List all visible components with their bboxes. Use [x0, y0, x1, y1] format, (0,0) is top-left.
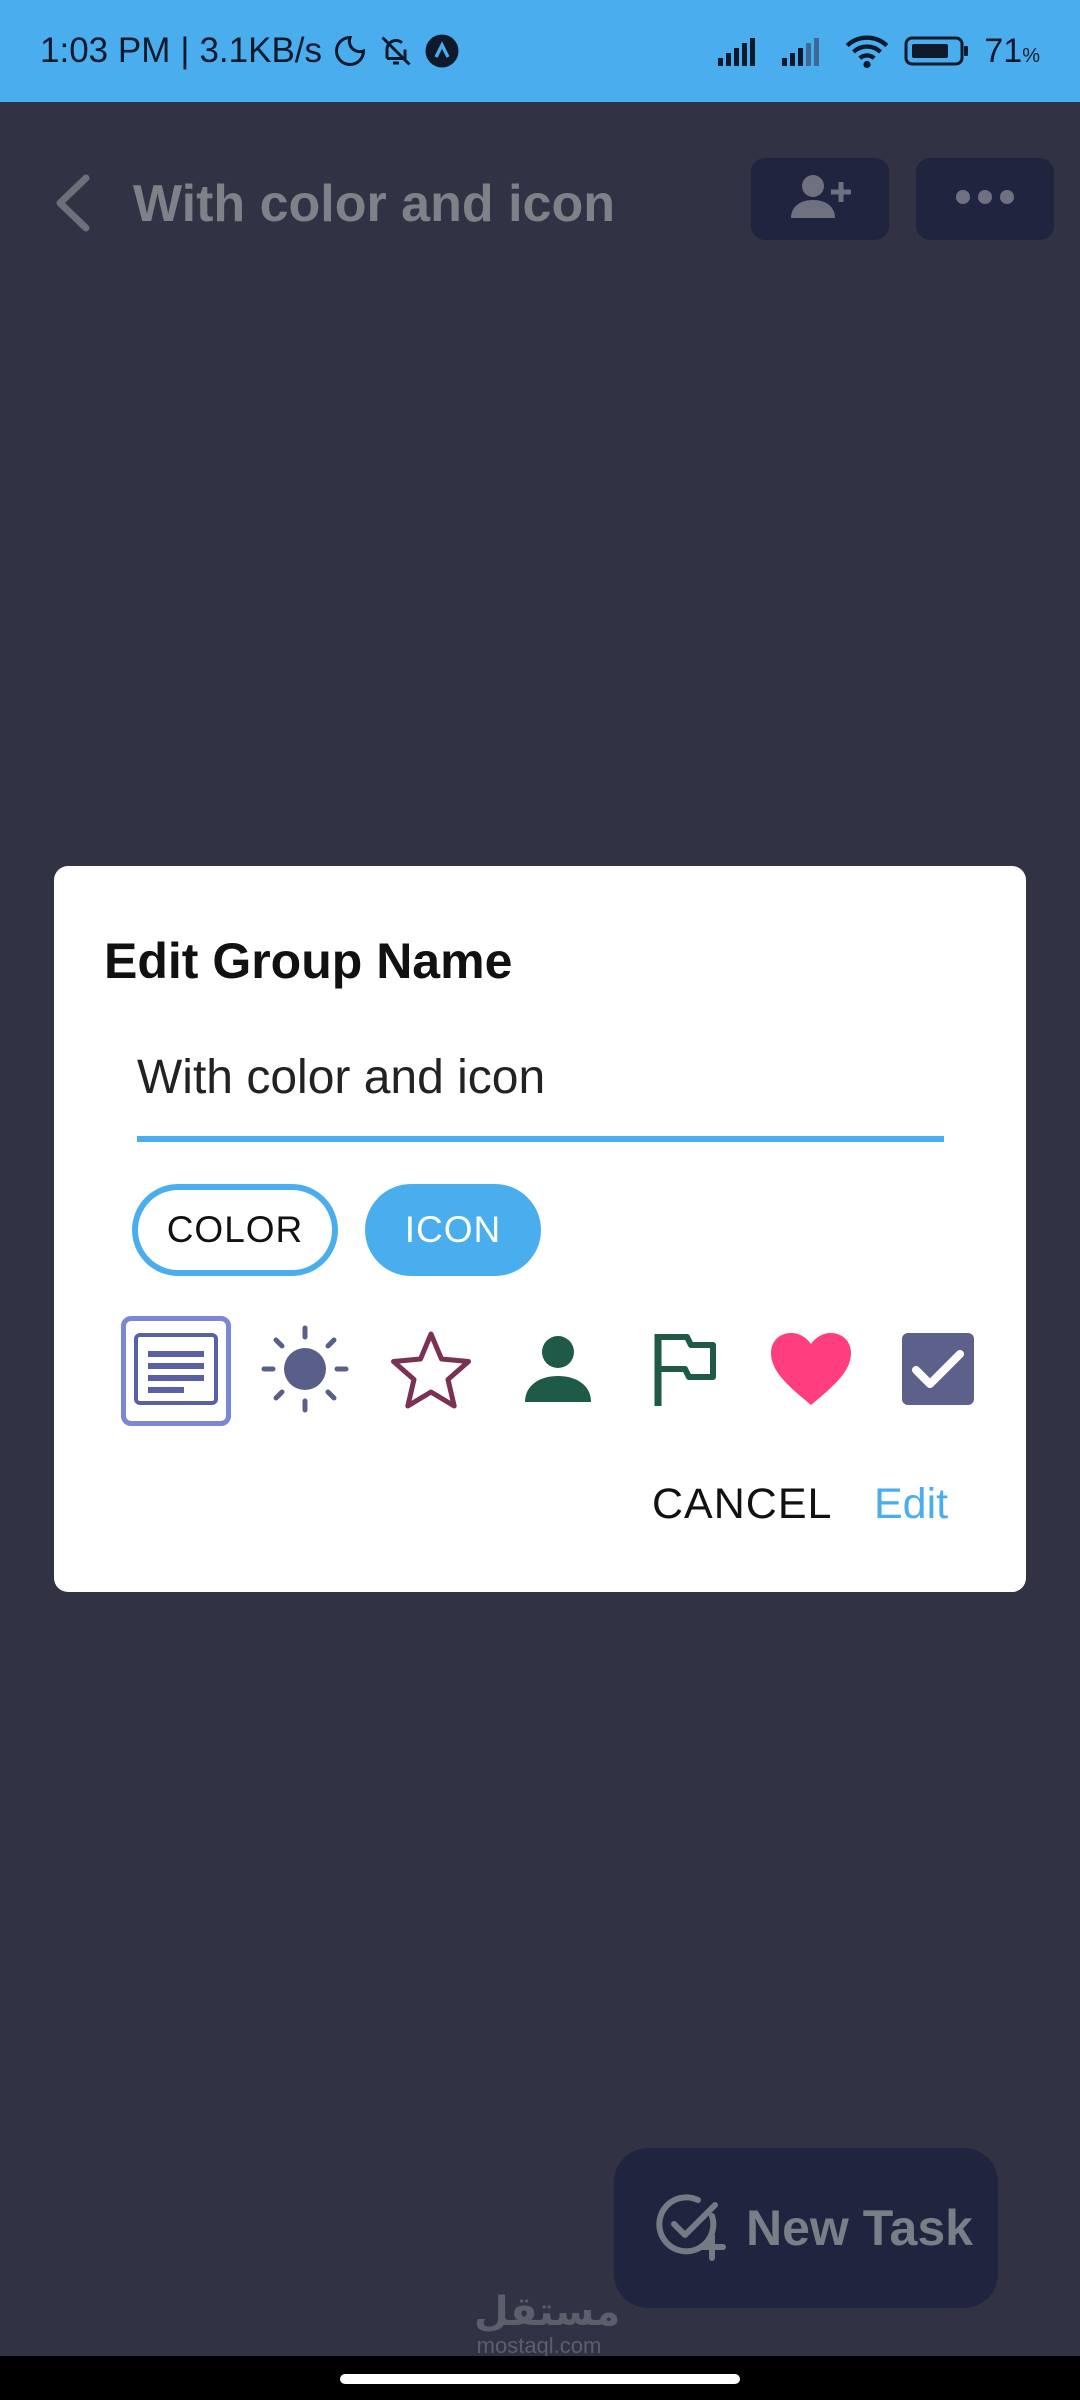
watermark-latin: mostaql.com — [476, 2333, 602, 2358]
app-badge-icon — [424, 33, 460, 69]
icon-option-person[interactable] — [503, 1316, 613, 1426]
more-dots-icon — [954, 188, 1016, 211]
heart-icon — [769, 1331, 853, 1412]
battery-percent: 71% — [984, 32, 1040, 71]
input-underline — [137, 1136, 944, 1142]
star-outline-icon — [389, 1329, 473, 1414]
app-header: With color and icon — [0, 102, 1080, 297]
battery-percent-unit: % — [1022, 44, 1040, 67]
edit-group-dialog: Edit Group Name COLOR ICON — [54, 866, 1026, 1592]
watermark: مستقل mostaql.com — [474, 2290, 621, 2358]
status-left: 1:03 PM | 3.1KB/s — [40, 31, 460, 71]
new-task-label: New Task — [746, 2200, 973, 2256]
wifi-icon — [844, 33, 890, 69]
person-icon — [523, 1334, 593, 1409]
icon-option-flag[interactable] — [630, 1316, 740, 1426]
status-network-speed: 3.1KB/s — [199, 31, 323, 70]
icon-option-sun[interactable] — [250, 1316, 360, 1426]
bell-off-icon — [378, 33, 414, 69]
edit-button[interactable]: Edit — [874, 1480, 948, 1529]
status-right: 71% — [716, 32, 1040, 71]
icon-option-notes[interactable] — [121, 1316, 231, 1426]
sun-icon — [260, 1324, 350, 1419]
dialog-title: Edit Group Name — [104, 933, 513, 989]
new-task-button[interactable]: New Task — [614, 2148, 998, 2308]
navigation-bar — [0, 2356, 1080, 2400]
home-indicator[interactable] — [340, 2374, 740, 2384]
signal-icon — [780, 34, 830, 68]
flag-icon — [652, 1330, 718, 1413]
add-task-icon — [654, 2190, 726, 2267]
icon-option-heart[interactable] — [756, 1316, 866, 1426]
checkbox-icon — [902, 1332, 974, 1410]
icon-option-star[interactable] — [376, 1316, 486, 1426]
moon-icon — [332, 33, 368, 69]
notes-list-icon — [134, 1332, 218, 1410]
color-toggle-button[interactable]: COLOR — [132, 1184, 338, 1276]
more-options-button[interactable] — [916, 158, 1054, 240]
icon-toggle-button[interactable]: ICON — [365, 1184, 541, 1276]
watermark-arabic: مستقل — [474, 2290, 621, 2334]
battery-icon — [904, 34, 970, 68]
back-button[interactable] — [48, 172, 98, 234]
battery-percent-value: 71 — [984, 31, 1023, 70]
page-title: With color and icon — [133, 175, 615, 233]
signal-icon — [716, 34, 766, 68]
add-member-button[interactable] — [751, 158, 889, 240]
status-separator: | — [180, 31, 190, 70]
status-time: 1:03 PM — [40, 31, 171, 70]
icon-option-checkbox[interactable] — [883, 1316, 993, 1426]
group-name-input[interactable] — [137, 1046, 944, 1108]
add-person-icon — [787, 172, 853, 227]
back-arrow-icon — [48, 174, 98, 238]
status-bar: 1:03 PM | 3.1KB/s 71% — [0, 0, 1080, 102]
cancel-button[interactable]: CANCEL — [652, 1480, 832, 1529]
